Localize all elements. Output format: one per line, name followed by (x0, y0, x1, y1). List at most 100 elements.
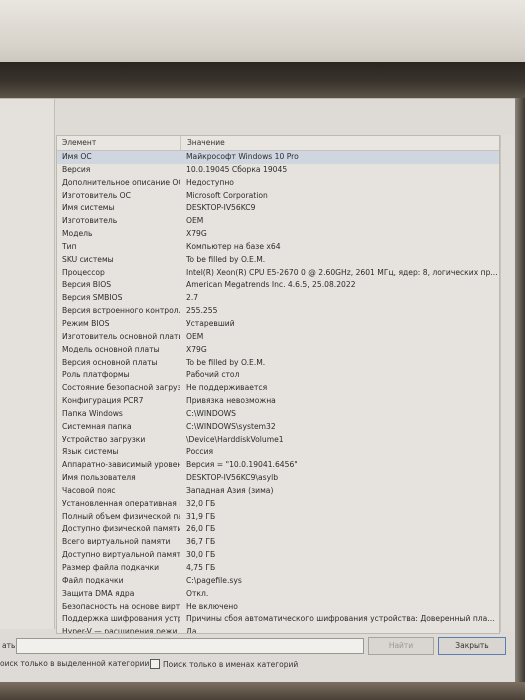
row-value: Не поддерживается (186, 383, 268, 393)
table-row[interactable]: Имя ОС Майкрософт Windows 10 Pro (57, 151, 499, 164)
row-value: To be filled by O.E.M. (186, 357, 266, 367)
table-rows: Имя ОС Майкрософт Windows 10 Pro Версия 10.… (57, 151, 499, 634)
table-row[interactable]: Полный объем физической па... 31,9 ГБ (57, 511, 499, 524)
row-element: Hyper-V — расширения режи... (62, 627, 180, 634)
table-row[interactable]: Режим BIOS Устаревший (57, 318, 499, 331)
row-value: Рабочий стол (186, 370, 240, 380)
row-element: Версия (62, 164, 91, 174)
row-element: SKU системы (62, 254, 114, 264)
table-row[interactable]: Устройство загрузки \Device\HarddiskVolum… (57, 434, 499, 447)
column-header-value[interactable]: Значение (181, 136, 499, 150)
table-row[interactable]: Защита DMA ядра Откл. (57, 588, 499, 601)
close-button[interactable]: Закрыть (438, 637, 506, 655)
table-row[interactable]: Размер файла подкачки 4,75 ГБ (57, 562, 499, 575)
search-options: оиск только в выделенной категории Поиск… (0, 657, 515, 671)
table-row[interactable]: Язык системы Россия (57, 446, 499, 459)
row-element: Версия встроенного контролл... (62, 306, 180, 316)
row-element: Модель основной платы (62, 344, 160, 354)
row-value: Intel(R) Xeon(R) CPU E5-2670 0 @ 2.60GHz… (186, 267, 498, 277)
row-value: C:\pagefile.sys (186, 575, 242, 585)
row-element: Часовой пояс (62, 485, 116, 495)
table-row[interactable]: Модель X79G (57, 228, 499, 241)
row-value: DESKTOP-IV56KC9\asylb (186, 473, 279, 483)
row-element: Системная папка (62, 421, 132, 431)
vertical-scrollbar[interactable] (500, 135, 514, 632)
row-value: C:\WINDOWS\system32 (186, 421, 276, 431)
table-row[interactable]: Всего виртуальной памяти 36,7 ГБ (57, 536, 499, 549)
row-value: OEM (186, 331, 204, 341)
row-element: Устройство загрузки (62, 434, 146, 444)
row-element: Изготовитель ОС (62, 190, 131, 200)
row-value: DESKTOP-IV56KC9 (186, 203, 256, 213)
row-element: Состояние безопасной загруз... (62, 383, 180, 393)
row-element: Размер файла подкачки (62, 563, 160, 572)
table-row[interactable]: Тип Компьютер на базе x64 (57, 241, 499, 254)
row-element: Модель (62, 229, 93, 239)
row-element: Конфигурация PCR7 (62, 396, 144, 406)
table-row[interactable]: Изготовитель OEM (57, 215, 499, 228)
table-header: Элемент Значение (57, 136, 499, 151)
row-value: Microsoft Corporation (186, 190, 268, 200)
table-row[interactable]: Поддержка шифрования устр... Причины сбоя… (57, 613, 499, 626)
table-row[interactable]: Дополнительное описание ОС Недоступно (57, 177, 499, 190)
table-row[interactable]: Версия BIOS American Megatrends Inc. 4.6.… (57, 279, 499, 292)
table-row[interactable]: Изготовитель ОС Microsoft Corporation (57, 190, 499, 203)
table-row[interactable]: Установленная оперативная п... 32,0 ГБ (57, 498, 499, 511)
column-header-element[interactable]: Элемент (57, 136, 181, 150)
table-row[interactable]: Hyper-V — расширения режи... Да (57, 626, 499, 634)
row-value: OEM (186, 216, 204, 226)
row-element: Защита DMA ядра (62, 588, 135, 598)
table-row[interactable]: SKU системы To be filled by O.E.M. (57, 254, 499, 267)
table-row[interactable]: Системная папка C:\WINDOWS\system32 (57, 421, 499, 434)
system-summary-table: Элемент Значение Имя ОС Майкрософт Window… (56, 135, 500, 634)
table-row[interactable]: Версия встроенного контролл... 255.255 (57, 305, 499, 318)
row-element: Установленная оперативная п... (62, 498, 180, 508)
table-row[interactable]: Модель основной платы X79G (57, 344, 499, 357)
row-value: 10.0.19045 Сборка 19045 (186, 164, 288, 174)
row-value: Россия (186, 447, 214, 457)
table-row[interactable]: Изготовитель основной платы OEM (57, 331, 499, 344)
row-value: 4,75 ГБ (186, 563, 216, 572)
table-row[interactable]: Папка Windows C:\WINDOWS (57, 408, 499, 421)
row-value: Западная Азия (зима) (186, 485, 274, 495)
search-selected-category-option[interactable]: оиск только в выделенной категории (0, 659, 149, 668)
table-row[interactable]: Процессор Intel(R) Xeon(R) CPU E5-2670 0 … (57, 267, 499, 280)
row-element: Тип (62, 241, 77, 251)
table-row[interactable]: Часовой пояс Западная Азия (зима) (57, 485, 499, 498)
table-row[interactable]: Конфигурация PCR7 Привязка невозможна (57, 395, 499, 408)
desk-surface (0, 682, 525, 700)
table-row[interactable]: Версия SMBIOS 2.7 (57, 292, 499, 305)
search-input[interactable] (16, 638, 364, 654)
row-element: Роль платформы (62, 370, 130, 380)
table-row[interactable]: Версия 10.0.19045 Сборка 19045 (57, 164, 499, 177)
table-row[interactable]: Файл подкачки C:\pagefile.sys (57, 575, 499, 588)
table-row[interactable]: Состояние безопасной загруз... Не поддерж… (57, 382, 499, 395)
row-element: Имя пользователя (62, 473, 136, 483)
category-tree-pane[interactable] (0, 99, 55, 629)
table-row[interactable]: Доступно физической памяти 26,0 ГБ (57, 523, 499, 536)
table-row[interactable]: Имя пользователя DESKTOP-IV56KC9\asylb (57, 472, 499, 485)
monitor-edge (515, 98, 525, 682)
row-element: Версия основной платы (62, 357, 158, 367)
search-category-names-option[interactable]: Поиск только в именах категорий (150, 659, 298, 669)
row-element: Всего виртуальной памяти (62, 537, 171, 547)
table-row[interactable]: Доступно виртуальной памяти 30,0 ГБ (57, 549, 499, 562)
row-element: Файл подкачки (62, 575, 124, 585)
row-element: Язык системы (62, 447, 119, 457)
row-value: 26,0 ГБ (186, 524, 216, 534)
table-row[interactable]: Аппаратно-зависимый уровен... Версия = "1… (57, 459, 499, 472)
row-element: Имя системы (62, 203, 115, 213)
checkbox-icon[interactable] (150, 659, 160, 669)
row-element: Аппаратно-зависимый уровен... (62, 460, 180, 470)
table-row[interactable]: Имя системы DESKTOP-IV56KC9 (57, 202, 499, 215)
row-value: 2.7 (186, 293, 199, 303)
system-information-window: Элемент Значение Имя ОС Майкрософт Window… (0, 98, 515, 683)
table-row[interactable]: Роль платформы Рабочий стол (57, 369, 499, 382)
row-value: X79G (186, 229, 207, 239)
row-value: Майкрософт Windows 10 Pro (186, 152, 299, 161)
row-value: To be filled by O.E.M. (186, 254, 266, 264)
find-button[interactable]: Найти (368, 637, 434, 655)
row-value: Да (186, 627, 197, 634)
table-row[interactable]: Версия основной платы To be filled by O.E… (57, 357, 499, 370)
table-row[interactable]: Безопасность на основе вирту... Не включе… (57, 601, 499, 614)
